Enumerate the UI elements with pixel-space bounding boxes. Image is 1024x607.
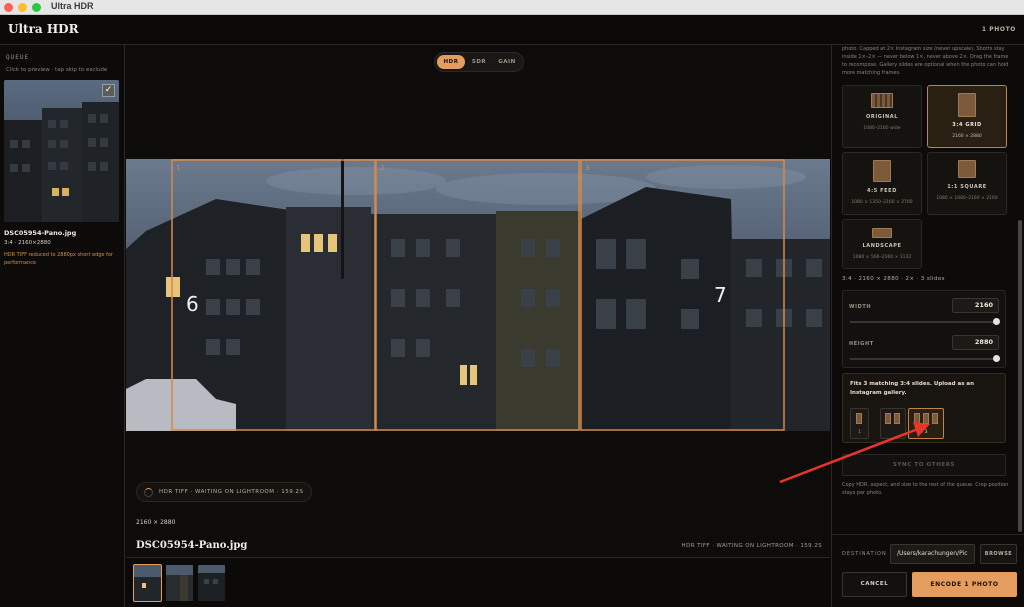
slide-icon [932, 413, 938, 424]
app-title: Ultra HDR [8, 22, 79, 36]
gallery-option-3[interactable]: 3 [908, 408, 944, 439]
current-filename: DSC05954-Pano.jpg [136, 540, 248, 551]
format-description: photo. Capped at 2× Instagram size (neve… [842, 46, 1009, 76]
gallery-option-2[interactable] [880, 408, 906, 439]
panorama-preview[interactable]: 6 7 1 2 3 [126, 159, 830, 431]
browse-button[interactable]: BROWSE [980, 544, 1017, 564]
photo-count-badge: 1 PHOTO [981, 26, 1016, 33]
queue-item-size: 3:4 · 2160×2880 [4, 240, 51, 246]
panorama-image: 6 7 1 2 3 [126, 159, 830, 431]
queue-hint: Click to preview · tap skip to exclude [6, 67, 108, 73]
window-titlebar: Ultra HDR [0, 0, 1024, 15]
slide-thumbnail-image [134, 565, 161, 601]
destination-label: DESTINATION [842, 551, 887, 557]
queue-item-name: DSC05954-Pano.jpg [4, 229, 77, 237]
close-window-button[interactable] [4, 3, 13, 12]
mode-gain-button[interactable]: GAIN [493, 55, 521, 69]
slide-thumbnail-strip [126, 557, 830, 607]
mode-hdr-button[interactable]: HDR [437, 55, 465, 69]
format-3x4-grid-card[interactable]: 3:4 GRID 2160 × 2880 [927, 85, 1007, 148]
window-title: Ultra HDR [51, 1, 94, 11]
building-photo-thumbnail [4, 80, 119, 222]
processing-status: HDR TIFF · WAITING ON LIGHTROOM · 159.2S [136, 482, 313, 502]
dimensions-box: WIDTH 2160 HEIGHT 2880 [842, 290, 1006, 368]
encode-button[interactable]: ENCODE 1 PHOTO [912, 572, 1017, 597]
format-sub: 1080 × 1080–2160 × 2160 [936, 196, 998, 201]
app-header: Ultra HDR 1 PHOTO [0, 15, 1024, 45]
format-sub: 1080 × 1350–2160 × 2700 [851, 200, 913, 205]
format-label: LANDSCAPE [862, 243, 902, 249]
format-label: 1:1 SQUARE [947, 184, 987, 190]
slide-icon [856, 413, 862, 424]
gallery-option-label: 3 [924, 430, 928, 435]
slide-icon [885, 413, 891, 424]
slide-thumbnail[interactable] [198, 565, 225, 601]
cancel-button[interactable]: CANCEL [842, 572, 907, 597]
zoom-window-button[interactable] [32, 3, 41, 12]
gallery-suggestion-text: Fits 3 matching 3:4 slides. Upload as an… [850, 381, 975, 396]
format-sub: 1080 × 566–2160 × 1132 [852, 255, 912, 260]
mode-sdr-button[interactable]: SDR [465, 55, 493, 69]
slide-icon [923, 413, 929, 424]
format-4x5-feed-card[interactable]: 4:5 FEED 1080 × 1350–2160 × 2700 [842, 152, 922, 215]
slide-icon [914, 413, 920, 424]
height-input[interactable]: 2880 [952, 335, 999, 350]
height-slider[interactable] [850, 358, 997, 360]
sync-note: Copy HDR, aspect, and size to the rest o… [842, 482, 1009, 496]
width-slider[interactable] [850, 321, 997, 323]
slide-number: 3 [585, 164, 589, 172]
building-number-6: 6 [186, 292, 199, 316]
format-sub: 1080–2160 wide [863, 126, 901, 131]
output-dimensions: 2160 × 2880 [136, 519, 176, 526]
slide-thumbnail-image [198, 565, 225, 601]
format-sub: 2160 × 2880 [952, 134, 982, 139]
slide-thumbnail[interactable] [166, 565, 193, 601]
gallery-option-label: 1 [858, 430, 861, 435]
format-label: 3:4 GRID [952, 122, 982, 128]
destination-bar: DESTINATION /Users/karachungen/Pic BROWS… [832, 534, 1024, 607]
encode-status: HDR TIFF · WAITING ON LIGHTROOM · 159.2S [681, 543, 822, 549]
slide-icon [894, 413, 900, 424]
height-slider-handle[interactable] [993, 355, 1000, 362]
minimize-window-button[interactable] [18, 3, 27, 12]
height-label: HEIGHT [849, 341, 874, 347]
gallery-option-1[interactable]: 1 [850, 408, 869, 439]
format-landscape-card[interactable]: LANDSCAPE 1080 × 566–2160 × 1132 [842, 219, 922, 269]
format-preview-icon [872, 228, 892, 238]
destination-path-input[interactable]: /Users/karachungen/Pic [890, 544, 975, 564]
queue-sidebar: QUEUE Click to preview · tap skip to exc… [0, 45, 125, 607]
slide-thumbnail[interactable] [133, 564, 162, 602]
format-label: ORIGINAL [866, 114, 898, 120]
format-preview-icon [958, 93, 976, 117]
format-preview-icon [958, 160, 976, 178]
gallery-suggestion: Fits 3 matching 3:4 slides. Upload as an… [842, 373, 1006, 443]
spinner-icon [144, 488, 153, 497]
building-number-7: 7 [714, 283, 727, 307]
settings-panel: photo. Capped at 2× Instagram size (neve… [831, 45, 1024, 607]
format-label: 4:5 FEED [867, 188, 897, 194]
queue-title: QUEUE [6, 54, 30, 61]
output-summary: 3:4 · 2160 × 2880 · 2× · 3 slides [842, 276, 945, 282]
format-original-card[interactable]: ORIGINAL 1080–2160 wide [842, 85, 922, 148]
view-mode-toggle: HDR SDR GAIN [434, 52, 524, 72]
queue-item-note: HDR TIFF reduced to 2880px short edge fo… [4, 252, 113, 266]
format-1x1-square-card[interactable]: 1:1 SQUARE 1080 × 1080–2160 × 2160 [927, 152, 1007, 215]
processing-status-text: HDR TIFF · WAITING ON LIGHTROOM · 159.2S [159, 489, 304, 495]
preview-area: HDR SDR GAIN 6 7 1 2 3 HDR TIFF · WAITIN… [126, 45, 830, 607]
width-label: WIDTH [849, 304, 872, 310]
slide-thumbnail-image [166, 565, 193, 601]
queue-item-thumbnail[interactable] [4, 80, 119, 222]
format-preview-icon [871, 93, 893, 108]
format-preview-icon [873, 160, 891, 182]
sync-to-others-button[interactable]: SYNC TO OTHERS [842, 454, 1006, 476]
slide-number: 1 [176, 164, 180, 172]
width-input[interactable]: 2160 [952, 298, 999, 313]
queue-item-checkbox[interactable]: ✓ [102, 84, 115, 97]
slide-number: 2 [380, 164, 384, 172]
panel-scrollbar[interactable] [1018, 220, 1022, 532]
width-slider-handle[interactable] [993, 318, 1000, 325]
